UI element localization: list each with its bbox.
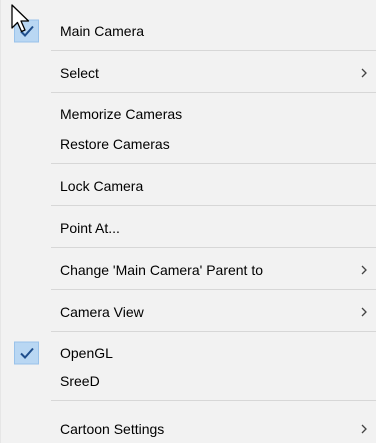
menu-item-label: Memorize Cameras bbox=[60, 106, 183, 122]
menu-item-opengl[interactable]: OpenGL bbox=[1, 338, 376, 368]
menu-item-select[interactable]: Select bbox=[1, 58, 376, 88]
menu-item-memorize-cameras[interactable]: Memorize Cameras bbox=[1, 99, 376, 129]
menu-item-label: Main Camera bbox=[60, 23, 145, 39]
menu-separator bbox=[51, 331, 376, 332]
chevron-right-icon bbox=[361, 307, 367, 317]
menu-item-label: Camera View bbox=[60, 304, 144, 320]
menu-item-point-at[interactable]: Point At... bbox=[1, 213, 376, 243]
menu-item-restore-cameras[interactable]: Restore Cameras bbox=[1, 129, 376, 159]
menu-item-main-camera[interactable]: Main Camera bbox=[1, 16, 376, 46]
menu-separator bbox=[51, 289, 376, 290]
chevron-right-icon bbox=[361, 424, 367, 434]
menu-item-label: Change 'Main Camera' Parent to bbox=[60, 262, 264, 278]
check-highlight bbox=[14, 341, 39, 365]
menu-separator bbox=[51, 163, 376, 164]
checkmark-icon bbox=[20, 347, 34, 359]
chevron-right-icon bbox=[361, 265, 367, 275]
menu-item-label: Restore Cameras bbox=[60, 136, 170, 152]
menu-item-change-parent[interactable]: Change 'Main Camera' Parent to bbox=[1, 255, 376, 285]
context-menu: Main Camera Select Memorize Cameras Rest… bbox=[0, 0, 376, 443]
chevron-right-icon bbox=[361, 68, 367, 78]
menu-item-label: Cartoon Settings bbox=[60, 421, 165, 437]
menu-separator bbox=[51, 400, 376, 401]
menu-item-camera-view[interactable]: Camera View bbox=[1, 297, 376, 327]
menu-item-cartoon-settings[interactable]: Cartoon Settings bbox=[1, 414, 376, 443]
menu-item-label: OpenGL bbox=[60, 345, 113, 361]
menu-item-label: Select bbox=[60, 65, 99, 81]
menu-separator bbox=[51, 205, 376, 206]
menu-item-label: Point At... bbox=[60, 220, 120, 236]
menu-item-lock-camera[interactable]: Lock Camera bbox=[1, 171, 376, 201]
menu-separator bbox=[51, 50, 376, 51]
menu-item-label: Lock Camera bbox=[60, 178, 144, 194]
mouse-pointer-icon bbox=[11, 4, 30, 33]
menu-item-sreed[interactable]: SreeD bbox=[1, 366, 376, 396]
menu-separator bbox=[51, 92, 376, 93]
menu-separator bbox=[51, 247, 376, 248]
menu-item-label: SreeD bbox=[60, 373, 100, 389]
